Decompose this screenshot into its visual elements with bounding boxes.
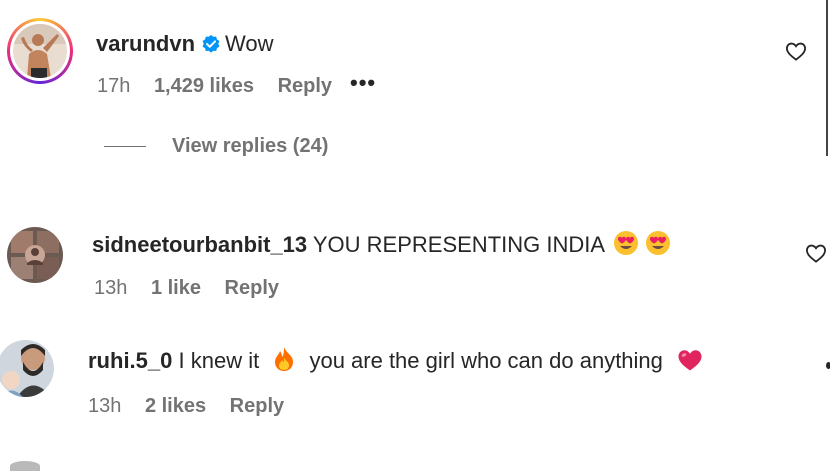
likes-count[interactable]: 1 like [151, 277, 201, 299]
username[interactable]: ruhi.5_0 [88, 348, 172, 373]
reply-button[interactable]: Reply [230, 395, 284, 417]
comment-text-start: I knew it [178, 348, 260, 373]
comment-meta: 13h 1 like Reply [94, 276, 297, 300]
comment-sidneetourbanbit: sidneetourbanbit_13 YOU REPRESENTING IND… [0, 200, 830, 310]
comment-text: Wow [225, 31, 274, 56]
username[interactable]: varundvn [96, 31, 195, 56]
avatar[interactable] [0, 340, 54, 397]
reply-button[interactable]: Reply [278, 75, 332, 97]
comment-text-end: you are the girl who can do anything [309, 348, 663, 373]
fire-emoji-icon [273, 346, 295, 379]
comment-ruhi: ruhi.5_0 I knew it you are the girl who … [0, 310, 830, 440]
shirtless-man-avatar-icon [13, 24, 67, 78]
like-heart-icon[interactable] [805, 243, 827, 268]
timestamp[interactable]: 13h [94, 277, 127, 299]
scrollbar[interactable] [826, 0, 828, 156]
comment-meta: 17h 1,429 likes Reply [97, 74, 350, 98]
username[interactable]: sidneetourbanbit_13 [92, 232, 307, 257]
next-comment-avatar [10, 461, 40, 471]
red-heart-emoji-icon [677, 348, 703, 379]
view-replies-label: View replies (24) [172, 135, 329, 157]
timestamp[interactable]: 13h [88, 395, 121, 417]
view-replies-button[interactable]: View replies (24) [104, 134, 328, 158]
more-options-icon[interactable]: ••• [350, 70, 376, 96]
overflow-dot [826, 362, 830, 369]
avatar[interactable] [7, 227, 63, 283]
timestamp[interactable]: 17h [97, 75, 130, 97]
heart-eyes-emoji-icon [613, 230, 639, 263]
reply-button[interactable]: Reply [225, 277, 279, 299]
replies-divider [104, 146, 146, 148]
fan-collage-avatar-icon [7, 227, 63, 283]
likes-count[interactable]: 2 likes [145, 395, 206, 417]
comment-meta: 13h 2 likes Reply [88, 394, 302, 418]
avatar[interactable] [13, 24, 67, 78]
likes-count[interactable]: 1,429 likes [154, 75, 254, 97]
bearded-man-with-baby-avatar-icon [0, 340, 54, 397]
heart-eyes-emoji-icon [645, 230, 671, 263]
like-heart-icon[interactable] [785, 41, 807, 66]
comment-text: YOU REPRESENTING INDIA [312, 232, 604, 257]
verified-badge-icon [201, 33, 221, 61]
